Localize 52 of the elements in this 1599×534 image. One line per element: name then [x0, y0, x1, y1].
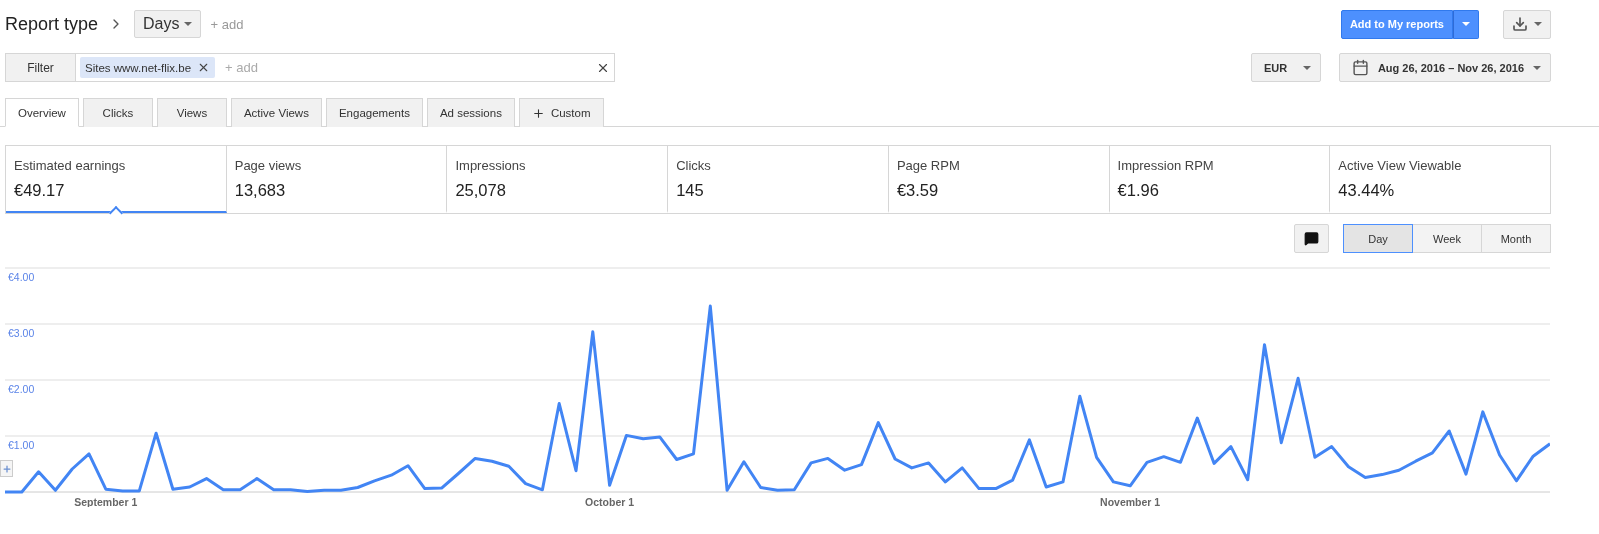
metric-label: Impression RPM	[1117, 158, 1215, 173]
metric-card[interactable]: Page views 13,683	[226, 146, 448, 213]
y-axis-label: €4.00	[8, 271, 35, 283]
report-tab[interactable]: Active Views	[230, 98, 322, 127]
download-icon	[1512, 16, 1528, 32]
date-range-dropdown[interactable]: Aug 26, 2016 – Nov 26, 2016	[1339, 53, 1551, 82]
y-axis-label: €1.00	[8, 439, 35, 451]
calendar-icon	[1352, 59, 1369, 76]
granularity-button[interactable]: Month	[1481, 224, 1551, 253]
currency-dropdown[interactable]: EUR	[1251, 53, 1321, 82]
metric-value: 13,683	[234, 181, 287, 200]
metric-value: €3.59	[896, 181, 940, 200]
download-button[interactable]	[1503, 9, 1551, 39]
metric-value: €49.17	[14, 181, 66, 200]
more-options-button[interactable]	[1453, 9, 1479, 39]
granularity-button[interactable]: Day	[1343, 224, 1413, 253]
filter-chip[interactable]: Sites www.net-flix.be	[80, 57, 216, 78]
x-axis-label: November 1	[1100, 496, 1161, 507]
y-axis-label: €3.00	[8, 327, 35, 339]
metric-card[interactable]: Page RPM €3.59	[888, 146, 1110, 213]
plus-icon	[531, 106, 545, 120]
metric-value: 43.44%	[1338, 181, 1396, 200]
metric-card[interactable]: Active View Viewable 43.44%	[1330, 146, 1551, 213]
plus-icon	[1, 463, 12, 474]
y-axis-label: €2.00	[8, 383, 35, 395]
metric-label: Page RPM	[896, 158, 961, 173]
metric-card[interactable]: Impressions 25,078	[447, 146, 669, 213]
report-tab[interactable]: Ad sessions	[426, 98, 515, 127]
dimension-dropdown[interactable]: Days	[134, 10, 201, 38]
metric-label: Page views	[234, 158, 303, 173]
report-title: Report type	[5, 13, 99, 35]
metric-value: 145	[676, 181, 705, 200]
metric-label: Active View Viewable	[1338, 158, 1463, 173]
filter-field[interactable]: Sites www.net-flix.be + add	[75, 53, 615, 82]
report-tab[interactable]: Clicks	[82, 98, 153, 127]
metric-label: Clicks	[676, 158, 712, 173]
metric-card[interactable]: Impression RPM €1.96	[1109, 146, 1331, 213]
report-tab[interactable]: Engagements	[325, 98, 423, 127]
metric-label: Impressions	[455, 158, 527, 173]
metric-card[interactable]: Estimated earnings €49.17	[6, 146, 227, 213]
metric-label: Estimated earnings	[14, 158, 127, 173]
report-tab[interactable]: Views	[156, 98, 227, 127]
comment-icon	[1304, 231, 1319, 246]
metric-value: 25,078	[455, 181, 507, 200]
report-tab[interactable]: Overview	[5, 98, 79, 127]
granularity-button[interactable]: Week	[1412, 224, 1482, 253]
comment-button[interactable]	[1294, 224, 1329, 253]
metric-value: €1.96	[1117, 181, 1160, 200]
metric-card[interactable]: Clicks 145	[668, 146, 889, 213]
report-tab[interactable]: Custom	[518, 98, 604, 127]
x-axis-label: October 1	[585, 496, 635, 507]
filter-button[interactable]: Filter	[5, 53, 75, 82]
